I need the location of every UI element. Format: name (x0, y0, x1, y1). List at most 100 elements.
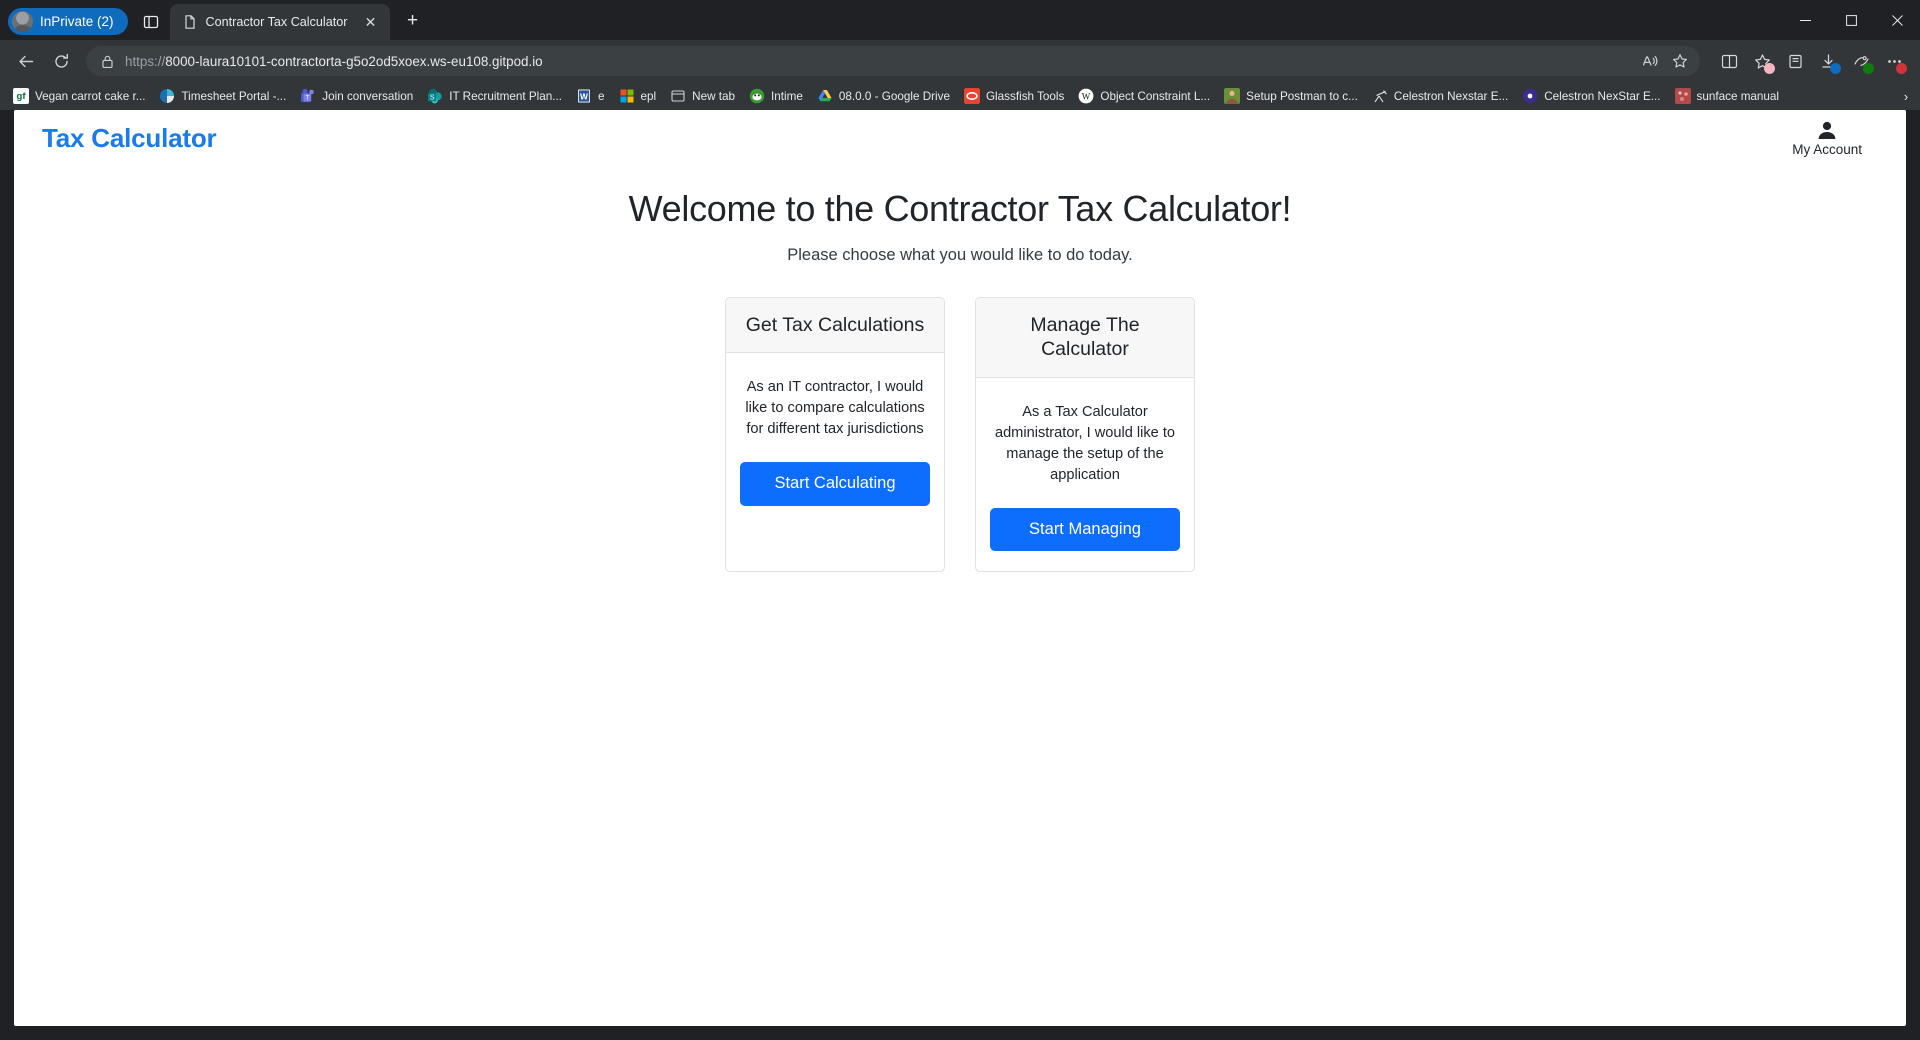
favourite-item[interactable]: Setup Postman to c... (1217, 85, 1365, 107)
svg-text:T: T (306, 96, 310, 102)
app-brand[interactable]: Tax Calculator (42, 123, 217, 154)
favourite-item[interactable]: Timesheet Portal -... (152, 85, 293, 107)
maximize-window-icon[interactable] (1828, 0, 1874, 40)
close-window-icon[interactable] (1874, 0, 1920, 40)
photo-icon (1224, 88, 1241, 104)
glassfish-icon (963, 88, 980, 104)
url-host: 8000-laura10101-contractorta-g5o2od5xoex… (165, 53, 543, 69)
settings-and-more-icon[interactable] (1878, 45, 1910, 77)
favourite-label: e (598, 89, 605, 103)
favourite-item[interactable]: Intime (742, 85, 810, 107)
page-subtitle: Please choose what you would like to do … (787, 246, 1133, 264)
favourite-item[interactable]: Glassfish Tools (957, 85, 1071, 107)
essentials-badge (1863, 63, 1874, 74)
add-favourite-icon[interactable] (1666, 48, 1694, 74)
new-tab-button[interactable]: + (398, 6, 428, 36)
back-icon[interactable] (10, 45, 42, 77)
user-icon (1816, 119, 1838, 141)
start-calculating-button[interactable]: Start Calculating (740, 462, 930, 506)
favourites-icon[interactable] (1746, 45, 1778, 77)
favourite-item[interactable]: Celestron Nexstar E... (1365, 85, 1515, 107)
svg-text:S: S (430, 95, 435, 102)
inprivate-label: InPrivate (2) (40, 14, 114, 29)
favourite-item[interactable]: epl (612, 85, 664, 107)
page-title: Welcome to the Contractor Tax Calculator… (628, 188, 1292, 229)
hero-section: Welcome to the Contractor Tax Calculator… (14, 166, 1906, 265)
tab-actions-icon[interactable] (134, 6, 168, 38)
favourite-item[interactable]: Celestron NexStar E... (1515, 85, 1667, 107)
newtab-icon (670, 88, 686, 104)
favourite-item[interactable]: New tab (663, 85, 742, 107)
page-viewport: Tax Calculator My Account Welcome to the… (0, 110, 1920, 1040)
sunface-icon (1674, 88, 1691, 104)
window-controls (1782, 0, 1920, 40)
favourite-item[interactable]: sunface manual (1668, 85, 1787, 107)
start-managing-button[interactable]: Start Managing (990, 507, 1180, 552)
card-body: As an IT contractor, I would like to com… (726, 353, 944, 525)
intime-icon (749, 88, 765, 104)
favourite-item[interactable]: W e (569, 85, 612, 107)
card-title: Manage The Calculator (976, 298, 1194, 378)
my-account-button[interactable]: My Account (1792, 119, 1884, 157)
my-account-label: My Account (1792, 142, 1862, 157)
favourite-label: IT Recruitment Plan... (449, 89, 563, 103)
url-scheme: https:// (125, 53, 166, 69)
pie-icon (159, 88, 175, 104)
favourite-item[interactable]: S IT Recruitment Plan... (420, 85, 569, 107)
microsoft-icon (619, 88, 635, 104)
card-manage-the-calculator: Manage The Calculator As a Tax Calculato… (975, 297, 1195, 573)
telescope-icon (1372, 88, 1388, 104)
card-title: Get Tax Calculations (726, 298, 944, 354)
card-body: As a Tax Calculator administrator, I wou… (976, 378, 1194, 571)
favourite-label: Intime (771, 89, 803, 103)
favourites-badge (1764, 63, 1775, 74)
favourites-overflow-icon[interactable]: › (1896, 89, 1916, 104)
favourite-item[interactable]: 08.0.0 - Google Drive (810, 85, 957, 107)
sharepoint-icon: S (427, 88, 443, 104)
favourite-label: 08.0.0 - Google Drive (838, 89, 950, 103)
refresh-icon[interactable] (45, 45, 77, 77)
browser-tab[interactable]: Contractor Tax Calculator ✕ (169, 4, 390, 40)
favourite-label: Timesheet Portal -... (181, 89, 287, 103)
favourite-label: New tab (692, 89, 736, 103)
read-aloud-icon[interactable] (1636, 48, 1664, 74)
favourite-item[interactable]: T Join conversation (293, 85, 420, 107)
tab-title: Contractor Tax Calculator (205, 15, 348, 29)
minimize-window-icon[interactable] (1782, 0, 1828, 40)
address-bar-icons (1636, 48, 1694, 74)
svg-text:W: W (580, 91, 588, 101)
address-toolbar: https://8000-laura10101-contractorta-g5o… (0, 40, 1920, 82)
favourites-bar: gf Vegan carrot cake r... Timesheet Port… (0, 82, 1920, 110)
favourite-item[interactable]: gf Vegan carrot cake r... (6, 85, 152, 107)
card-description: As a Tax Calculator administrator, I wou… (994, 403, 1176, 483)
toolbar-icons (1713, 45, 1910, 77)
collections-icon[interactable] (1779, 45, 1811, 77)
web-page: Tax Calculator My Account Welcome to the… (14, 110, 1906, 1026)
downloads-badge (1830, 63, 1841, 74)
url-text: https://8000-laura10101-contractorta-g5o… (125, 54, 1626, 69)
lock-icon (100, 54, 115, 69)
favourite-label: Celestron Nexstar E... (1393, 89, 1509, 103)
gf-icon: gf (13, 88, 29, 104)
favourite-label: Setup Postman to c... (1246, 89, 1358, 103)
browser-window: InPrivate (2) Contractor Tax Calculator … (0, 0, 1920, 1040)
app-navbar: Tax Calculator My Account (14, 110, 1906, 166)
teams-icon: T (300, 88, 316, 104)
favourite-item[interactable]: W Object Constraint L... (1071, 85, 1217, 107)
downloads-icon[interactable] (1812, 45, 1844, 77)
google-drive-icon (817, 88, 833, 104)
address-bar[interactable]: https://8000-laura10101-contractorta-g5o… (86, 46, 1700, 76)
browser-essentials-icon[interactable] (1845, 45, 1877, 77)
favourite-label: sunface manual (1696, 89, 1780, 103)
favourite-label: epl (640, 89, 657, 103)
favourite-label: Object Constraint L... (1100, 89, 1211, 103)
inprivate-profile-button[interactable]: InPrivate (2) (8, 8, 128, 35)
profile-avatar-icon (12, 11, 33, 32)
word-icon: W (576, 88, 592, 104)
card-get-tax-calculations: Get Tax Calculations As an IT contractor… (725, 297, 945, 573)
settings-badge (1896, 63, 1907, 74)
split-screen-icon[interactable] (1713, 45, 1745, 77)
favourite-label: Celestron NexStar E... (1544, 89, 1661, 103)
close-tab-icon[interactable]: ✕ (360, 11, 382, 33)
tab-strip: InPrivate (2) Contractor Tax Calculator … (0, 0, 1920, 40)
